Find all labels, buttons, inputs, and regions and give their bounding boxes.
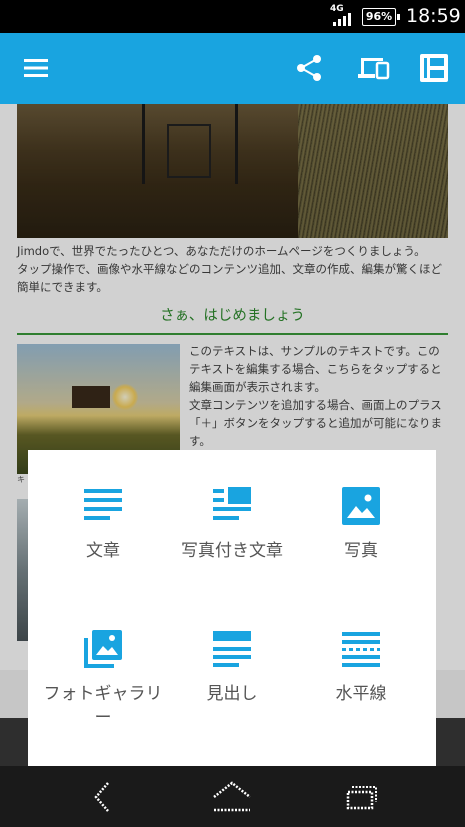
status-bar: 4G 96% 18:59 (0, 0, 465, 33)
signal-icon (333, 13, 355, 26)
menu-item-label: 写真 (344, 541, 378, 561)
menu-item-label: 見出し (206, 684, 258, 704)
back-icon[interactable] (80, 780, 124, 814)
add-content-menu: 文章 写真付き文章 写真 フォトギャラリー 見出し 水平線 (28, 450, 436, 766)
menu-item-text-with-photo[interactable]: 写真付き文章 (164, 487, 300, 563)
photo-icon (342, 487, 380, 525)
clock: 18:59 (406, 5, 461, 27)
devices-icon[interactable] (355, 50, 391, 86)
system-nav-bar (0, 766, 465, 827)
share-icon[interactable] (292, 50, 328, 86)
battery-indicator: 96% (362, 8, 400, 26)
horizontal-line-icon (342, 632, 380, 667)
menu-item-horizontal-line[interactable]: 水平線 (293, 630, 429, 706)
menu-item-label: 写真付き文章 (181, 541, 283, 561)
menu-item-text[interactable]: 文章 (35, 487, 171, 563)
text-icon (84, 489, 122, 520)
app-bar (0, 33, 465, 104)
menu-item-label: 文章 (86, 541, 120, 561)
menu-item-photo[interactable]: 写真 (293, 487, 429, 563)
menu-item-label: フォトギャラリー (43, 684, 163, 728)
layout-icon[interactable] (416, 50, 452, 86)
home-icon[interactable] (210, 780, 254, 814)
recent-apps-icon[interactable] (340, 780, 384, 814)
menu-icon[interactable] (18, 50, 54, 86)
heading-icon (213, 631, 251, 667)
menu-item-label: 水平線 (335, 684, 387, 704)
menu-item-photo-gallery[interactable]: フォトギャラリー (35, 630, 171, 730)
menu-item-heading[interactable]: 見出し (164, 630, 300, 706)
photo-gallery-icon (84, 630, 122, 668)
text-with-photo-icon (213, 487, 251, 520)
